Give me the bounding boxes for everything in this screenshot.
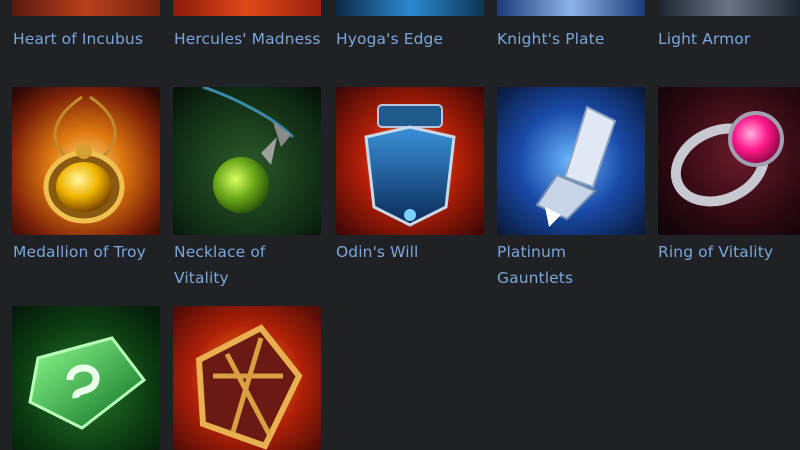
item-label[interactable]: Ring of Vitality — [658, 239, 800, 265]
item-label[interactable]: Heart of Incubus — [13, 26, 163, 52]
gauntlet-icon[interactable] — [497, 87, 645, 235]
item-card-medallion-of-troy[interactable]: Medallion of Troy — [12, 87, 162, 261]
hyoga-edge-icon[interactable] — [336, 0, 484, 16]
item-label[interactable]: Knight's Plate — [497, 26, 647, 52]
item-card-necklace-of-vitality[interactable]: Necklace of Vitality — [173, 87, 323, 287]
odin-armor-icon[interactable] — [336, 87, 484, 235]
item-label[interactable]: Platinum Gauntlets — [497, 239, 647, 291]
item-card-golden-shield[interactable] — [173, 306, 323, 450]
incubus-heart-icon[interactable] — [12, 0, 160, 16]
item-card-ring-of-vitality[interactable]: Ring of Vitality — [658, 87, 800, 261]
item-label[interactable]: Odin's Will — [336, 239, 486, 265]
hercules-madness-icon[interactable] — [173, 0, 321, 16]
golden-shield-icon[interactable] — [173, 306, 321, 450]
item-label[interactable]: Medallion of Troy — [13, 239, 163, 265]
light-armor-icon[interactable] — [658, 0, 800, 16]
green-gem-icon[interactable] — [12, 306, 160, 450]
green-orb-necklace-icon[interactable] — [173, 87, 321, 235]
knight-plate-icon[interactable] — [497, 0, 645, 16]
medallion-icon[interactable] — [12, 87, 160, 235]
item-label[interactable]: Hercules' Madness — [174, 26, 324, 52]
item-card-green-gem[interactable] — [12, 306, 162, 450]
item-grid: Heart of Incubus Hercules' Madness Hyoga… — [0, 0, 800, 450]
ruby-ring-icon[interactable] — [658, 87, 800, 235]
item-label[interactable]: Necklace of Vitality — [174, 239, 324, 291]
item-card-odins-will[interactable]: Odin's Will — [336, 87, 486, 261]
item-card-platinum-gauntlets[interactable]: Platinum Gauntlets — [497, 87, 647, 287]
item-label[interactable]: Hyoga's Edge — [336, 26, 486, 52]
item-label[interactable]: Light Armor — [658, 26, 800, 52]
